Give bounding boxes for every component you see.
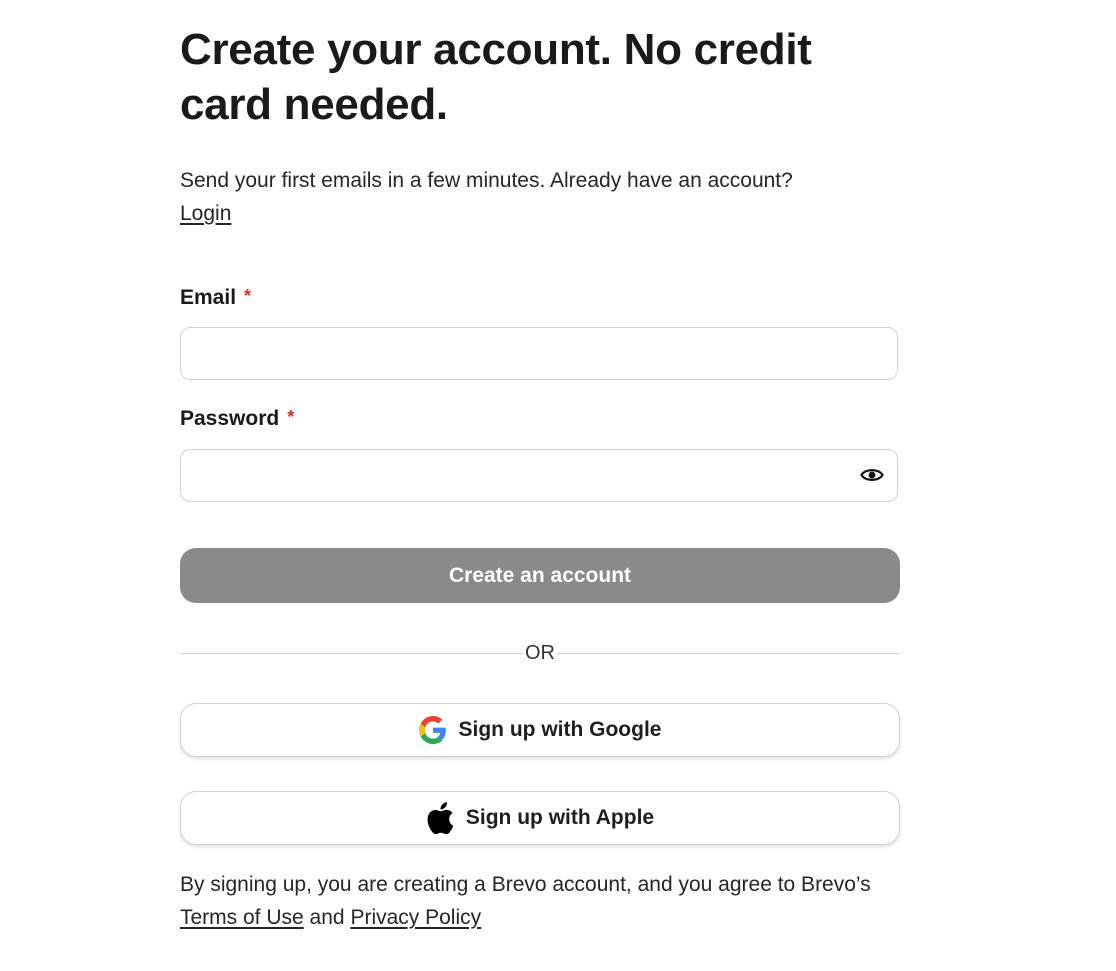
email-field[interactable] [181,328,821,379]
email-label-text: Email [180,286,237,309]
email-required-mark: * [244,286,252,306]
intro-description: Send your first emails in a few minutes.… [180,169,793,192]
google-signup-button[interactable]: Sign up with Google [180,703,900,757]
legal-description: By signing up, you are creating a Brevo … [180,873,871,896]
google-icon [418,716,447,744]
password-field[interactable] [181,450,821,501]
divider-line-right [557,652,900,654]
terms-of-use-link[interactable]: Terms of Use [180,906,304,929]
privacy-policy-link[interactable]: Privacy Policy [350,906,481,929]
email-label: Email * [180,286,251,310]
login-link[interactable]: Login [180,202,231,225]
intro-text: Send your first emails in a few minutes.… [180,164,900,230]
or-divider: OR [180,640,900,666]
divider-line-left [180,652,523,654]
create-account-button[interactable]: Create an account [180,548,900,603]
password-field-wrapper[interactable] [180,449,898,502]
password-label: Password * [180,407,294,431]
apple-signup-button[interactable]: Sign up with Apple [180,791,900,845]
password-label-text: Password [180,407,280,430]
legal-conjunction: and [309,906,345,929]
page-title: Create your account. No credit card need… [180,25,812,129]
divider-label: OR [525,641,555,664]
password-required-mark: * [287,407,295,427]
email-field-wrapper[interactable] [180,327,898,380]
apple-icon [426,802,454,834]
eye-icon[interactable] [859,462,885,488]
google-signup-label: Sign up with Google [458,718,662,741]
legal-text: By signing up, you are creating a Brevo … [180,868,900,934]
apple-signup-label: Sign up with Apple [465,806,655,829]
